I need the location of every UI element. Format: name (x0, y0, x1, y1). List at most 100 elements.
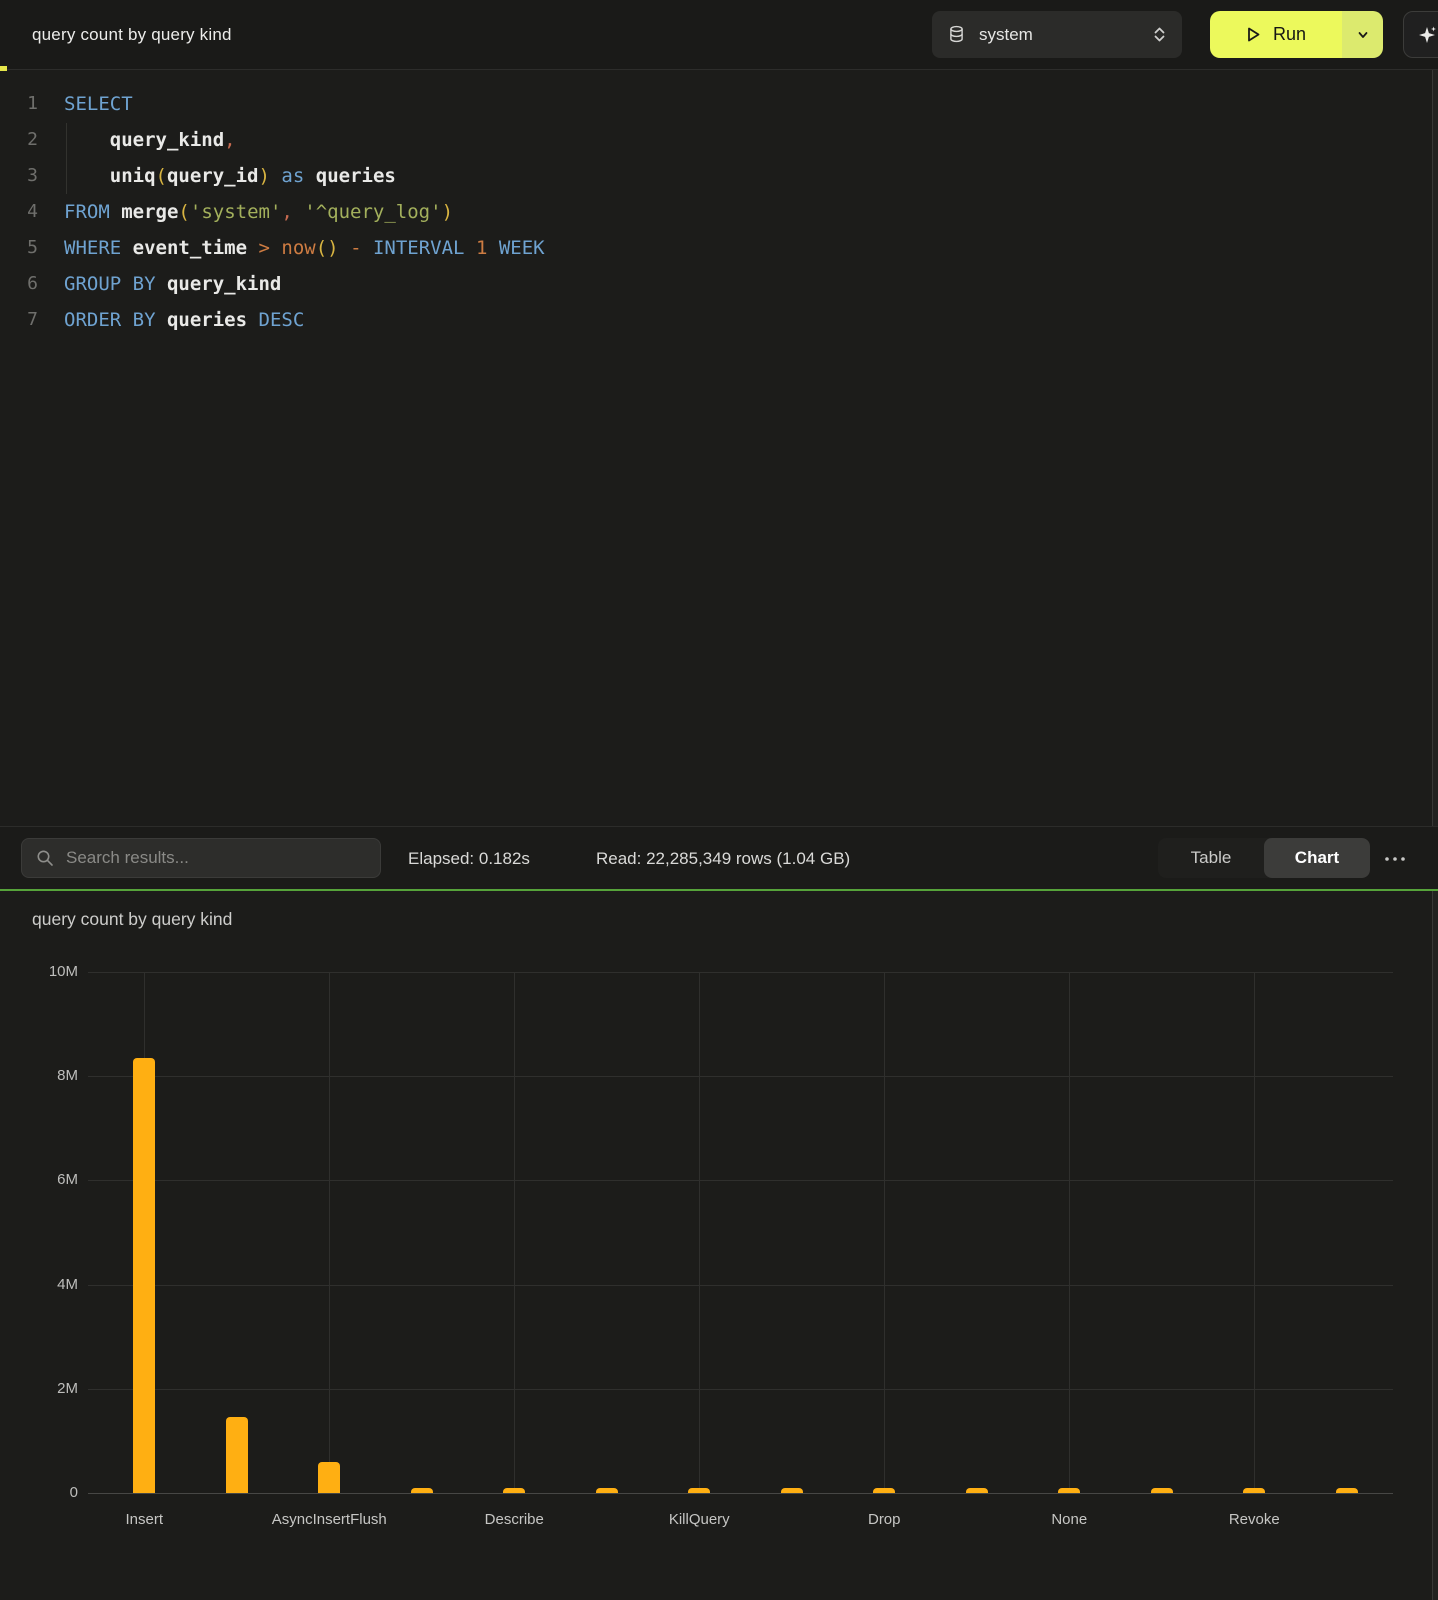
gridline-horizontal (88, 1180, 1393, 1181)
line-number: 5 (0, 230, 38, 266)
read-stat: Read: 22,285,349 rows (1.04 GB) (596, 827, 850, 890)
line-number: 6 (0, 266, 38, 302)
code-token: 'system' (190, 201, 282, 223)
x-axis-category-label: Describe (429, 1511, 599, 1528)
search-box (21, 838, 381, 878)
y-axis-tick-label: 6M (18, 1171, 78, 1189)
play-icon (1246, 26, 1261, 43)
code-token: query_kind (110, 129, 224, 151)
chevron-up-down-icon (1153, 25, 1166, 44)
code-line: 3 uniq(query_id) as queries (0, 158, 1438, 194)
code-token (64, 129, 110, 151)
bar-revoke (1243, 1488, 1265, 1493)
code-token: ) (259, 165, 270, 187)
code-token: '^query_log' (304, 201, 441, 223)
code-token: ( (178, 201, 189, 223)
bar-unlabeled (596, 1488, 618, 1493)
bar-chart: 10M8M6M4M2M0InsertAsyncInsertFlushDescri… (0, 891, 1438, 1600)
code-token: uniq (110, 165, 156, 187)
code-token (156, 309, 167, 331)
code-token: query_id (167, 165, 259, 187)
database-selector-value: system (979, 25, 1153, 45)
gridline-vertical (1069, 972, 1070, 1493)
code-token (487, 237, 498, 259)
run-options-button[interactable] (1342, 11, 1383, 58)
run-button[interactable]: Run (1210, 11, 1342, 58)
code-token (362, 237, 373, 259)
code-token: now (281, 237, 315, 259)
y-axis-tick-label: 4M (18, 1276, 78, 1294)
code-token: DESC (259, 309, 305, 331)
code-text: ORDER BY queries DESC (38, 302, 304, 338)
code-token: - (350, 237, 361, 259)
code-token (293, 201, 304, 223)
gridline-vertical (884, 972, 885, 1493)
code-token (156, 273, 167, 295)
more-options-button[interactable] (1381, 845, 1409, 873)
query-title: query count by query kind (32, 25, 232, 45)
search-results-input[interactable] (66, 848, 366, 868)
code-token: query_kind (167, 273, 281, 295)
code-token: WEEK (499, 237, 545, 259)
code-text: GROUP BY query_kind (38, 266, 281, 302)
database-selector[interactable]: system (932, 11, 1182, 58)
code-token (270, 165, 281, 187)
line-number: 7 (0, 302, 38, 338)
top-bar: query count by query kind system Run (0, 0, 1438, 70)
sparkles-icon (1416, 24, 1438, 46)
bar-none (1058, 1488, 1080, 1493)
bar-killquery (688, 1488, 710, 1493)
code-token: GROUP BY (64, 273, 156, 295)
gridline-vertical (329, 972, 330, 1493)
code-line: 4FROM merge('system', '^query_log') (0, 194, 1438, 230)
code-token: , (224, 129, 235, 151)
code-token: event_time (133, 237, 247, 259)
gridline-vertical (699, 972, 700, 1493)
code-token: ( (156, 165, 167, 187)
code-text: SELECT (38, 86, 133, 122)
ai-assistant-button[interactable] (1403, 11, 1438, 58)
view-toggle-chart[interactable]: Chart (1264, 838, 1370, 878)
run-button-label: Run (1273, 24, 1306, 45)
indent-guide (66, 123, 67, 194)
bar-unlabeled (966, 1488, 988, 1493)
x-axis-category-label: AsyncInsertFlush (244, 1511, 414, 1528)
code-token: as (281, 165, 304, 187)
sql-editor[interactable]: 1SELECT2 query_kind,3 uniq(query_id) as … (0, 71, 1438, 826)
code-token (64, 165, 110, 187)
code-token: 1 (476, 237, 487, 259)
line-number: 1 (0, 86, 38, 122)
chart-panel: query count by query kind 10M8M6M4M2M0In… (0, 891, 1438, 1600)
gridline-vertical (514, 972, 515, 1493)
ellipsis-icon (1384, 856, 1406, 862)
code-line: 1SELECT (0, 86, 1438, 122)
code-token: , (281, 201, 292, 223)
x-axis-category-label: Revoke (1169, 1511, 1339, 1528)
y-axis-tick-label: 10M (18, 963, 78, 981)
x-axis-category-label: KillQuery (614, 1511, 784, 1528)
elapsed-stat: Elapsed: 0.182s (408, 827, 530, 890)
section-divider (0, 889, 1438, 891)
bar-unlabeled (1151, 1488, 1173, 1493)
code-token (270, 237, 281, 259)
code-token: INTERVAL (373, 237, 465, 259)
results-toolbar: Elapsed: 0.182s Read: 22,285,349 rows (1… (0, 826, 1438, 889)
gridline-horizontal (88, 1285, 1393, 1286)
code-token (465, 237, 476, 259)
gridline-vertical (1254, 972, 1255, 1493)
code-token (110, 201, 121, 223)
gridline-horizontal (88, 1076, 1393, 1077)
code-text: FROM merge('system', '^query_log') (38, 194, 453, 230)
line-number: 4 (0, 194, 38, 230)
view-toggle-table[interactable]: Table (1158, 838, 1264, 878)
bar-asyncinsertflush (318, 1462, 340, 1493)
code-token: WHERE (64, 237, 121, 259)
code-text: WHERE event_time > now() - INTERVAL 1 WE… (38, 230, 545, 266)
code-token (304, 165, 315, 187)
y-axis-tick-label: 0 (18, 1484, 78, 1502)
code-token (121, 237, 132, 259)
bar-unlabeled (781, 1488, 803, 1493)
y-axis-tick-label: 2M (18, 1380, 78, 1398)
code-token: () (316, 237, 339, 259)
bar-unlabeled (411, 1488, 433, 1493)
